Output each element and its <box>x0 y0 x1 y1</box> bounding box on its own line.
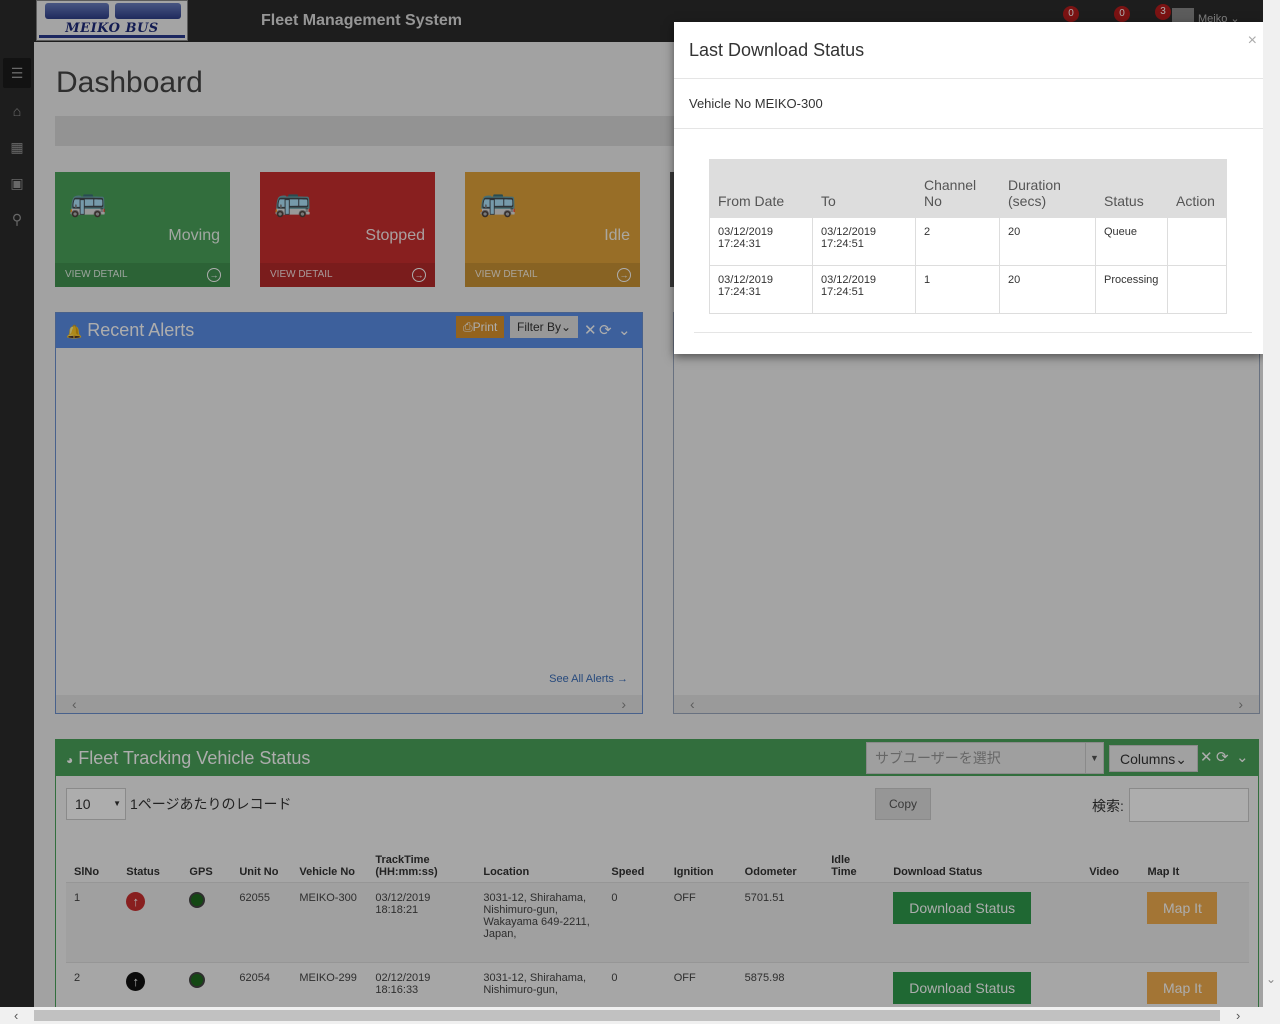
scroll-down-icon[interactable]: ⌄ <box>1266 972 1276 986</box>
cell-status: Queue <box>1095 217 1168 266</box>
cell-from-date: 03/12/2019 17:24:31 <box>709 265 813 314</box>
table-row: 03/12/2019 17:24:31 03/12/2019 17:24:51 … <box>709 217 1227 266</box>
horizontal-scrollbar[interactable]: ‹ › <box>0 1007 1280 1024</box>
col-header-duration: Duration (secs) <box>999 159 1096 218</box>
col-header-from-date: From Date <box>709 159 813 218</box>
cell-duration: 20 <box>999 265 1096 314</box>
cell-channel-no: 1 <box>915 265 1000 314</box>
cell-to: 03/12/2019 17:24:51 <box>812 217 916 266</box>
cell-to: 03/12/2019 17:24:51 <box>812 265 916 314</box>
scrollbar-thumb[interactable] <box>34 1010 1220 1021</box>
cell-duration: 20 <box>999 217 1096 266</box>
last-download-status-modal: Last Download Status × Vehicle No MEIKO-… <box>674 22 1263 354</box>
col-header-action: Action <box>1167 159 1227 218</box>
close-icon[interactable]: × <box>1248 32 1257 50</box>
scroll-right-icon[interactable]: › <box>1236 1007 1240 1024</box>
cell-action <box>1167 265 1227 314</box>
cell-from-date: 03/12/2019 17:24:31 <box>709 217 813 266</box>
modal-title: Last Download Status <box>689 40 865 60</box>
vehicle-no-label: Vehicle No MEIKO-300 <box>689 96 823 111</box>
table-row: 03/12/2019 17:24:31 03/12/2019 17:24:51 … <box>709 265 1227 314</box>
download-status-table: From Date To Channel No Duration (secs) … <box>709 159 1227 314</box>
cell-action <box>1167 217 1227 266</box>
vertical-scrollbar[interactable]: ⌄ <box>1263 0 1280 1007</box>
col-header-status: Status <box>1095 159 1168 218</box>
col-header-to: To <box>812 159 916 218</box>
cell-channel-no: 2 <box>915 217 1000 266</box>
cell-status: Processing <box>1095 265 1168 314</box>
col-header-channel-no: Channel No <box>915 159 1000 218</box>
scroll-left-icon[interactable]: ‹ <box>14 1007 18 1024</box>
